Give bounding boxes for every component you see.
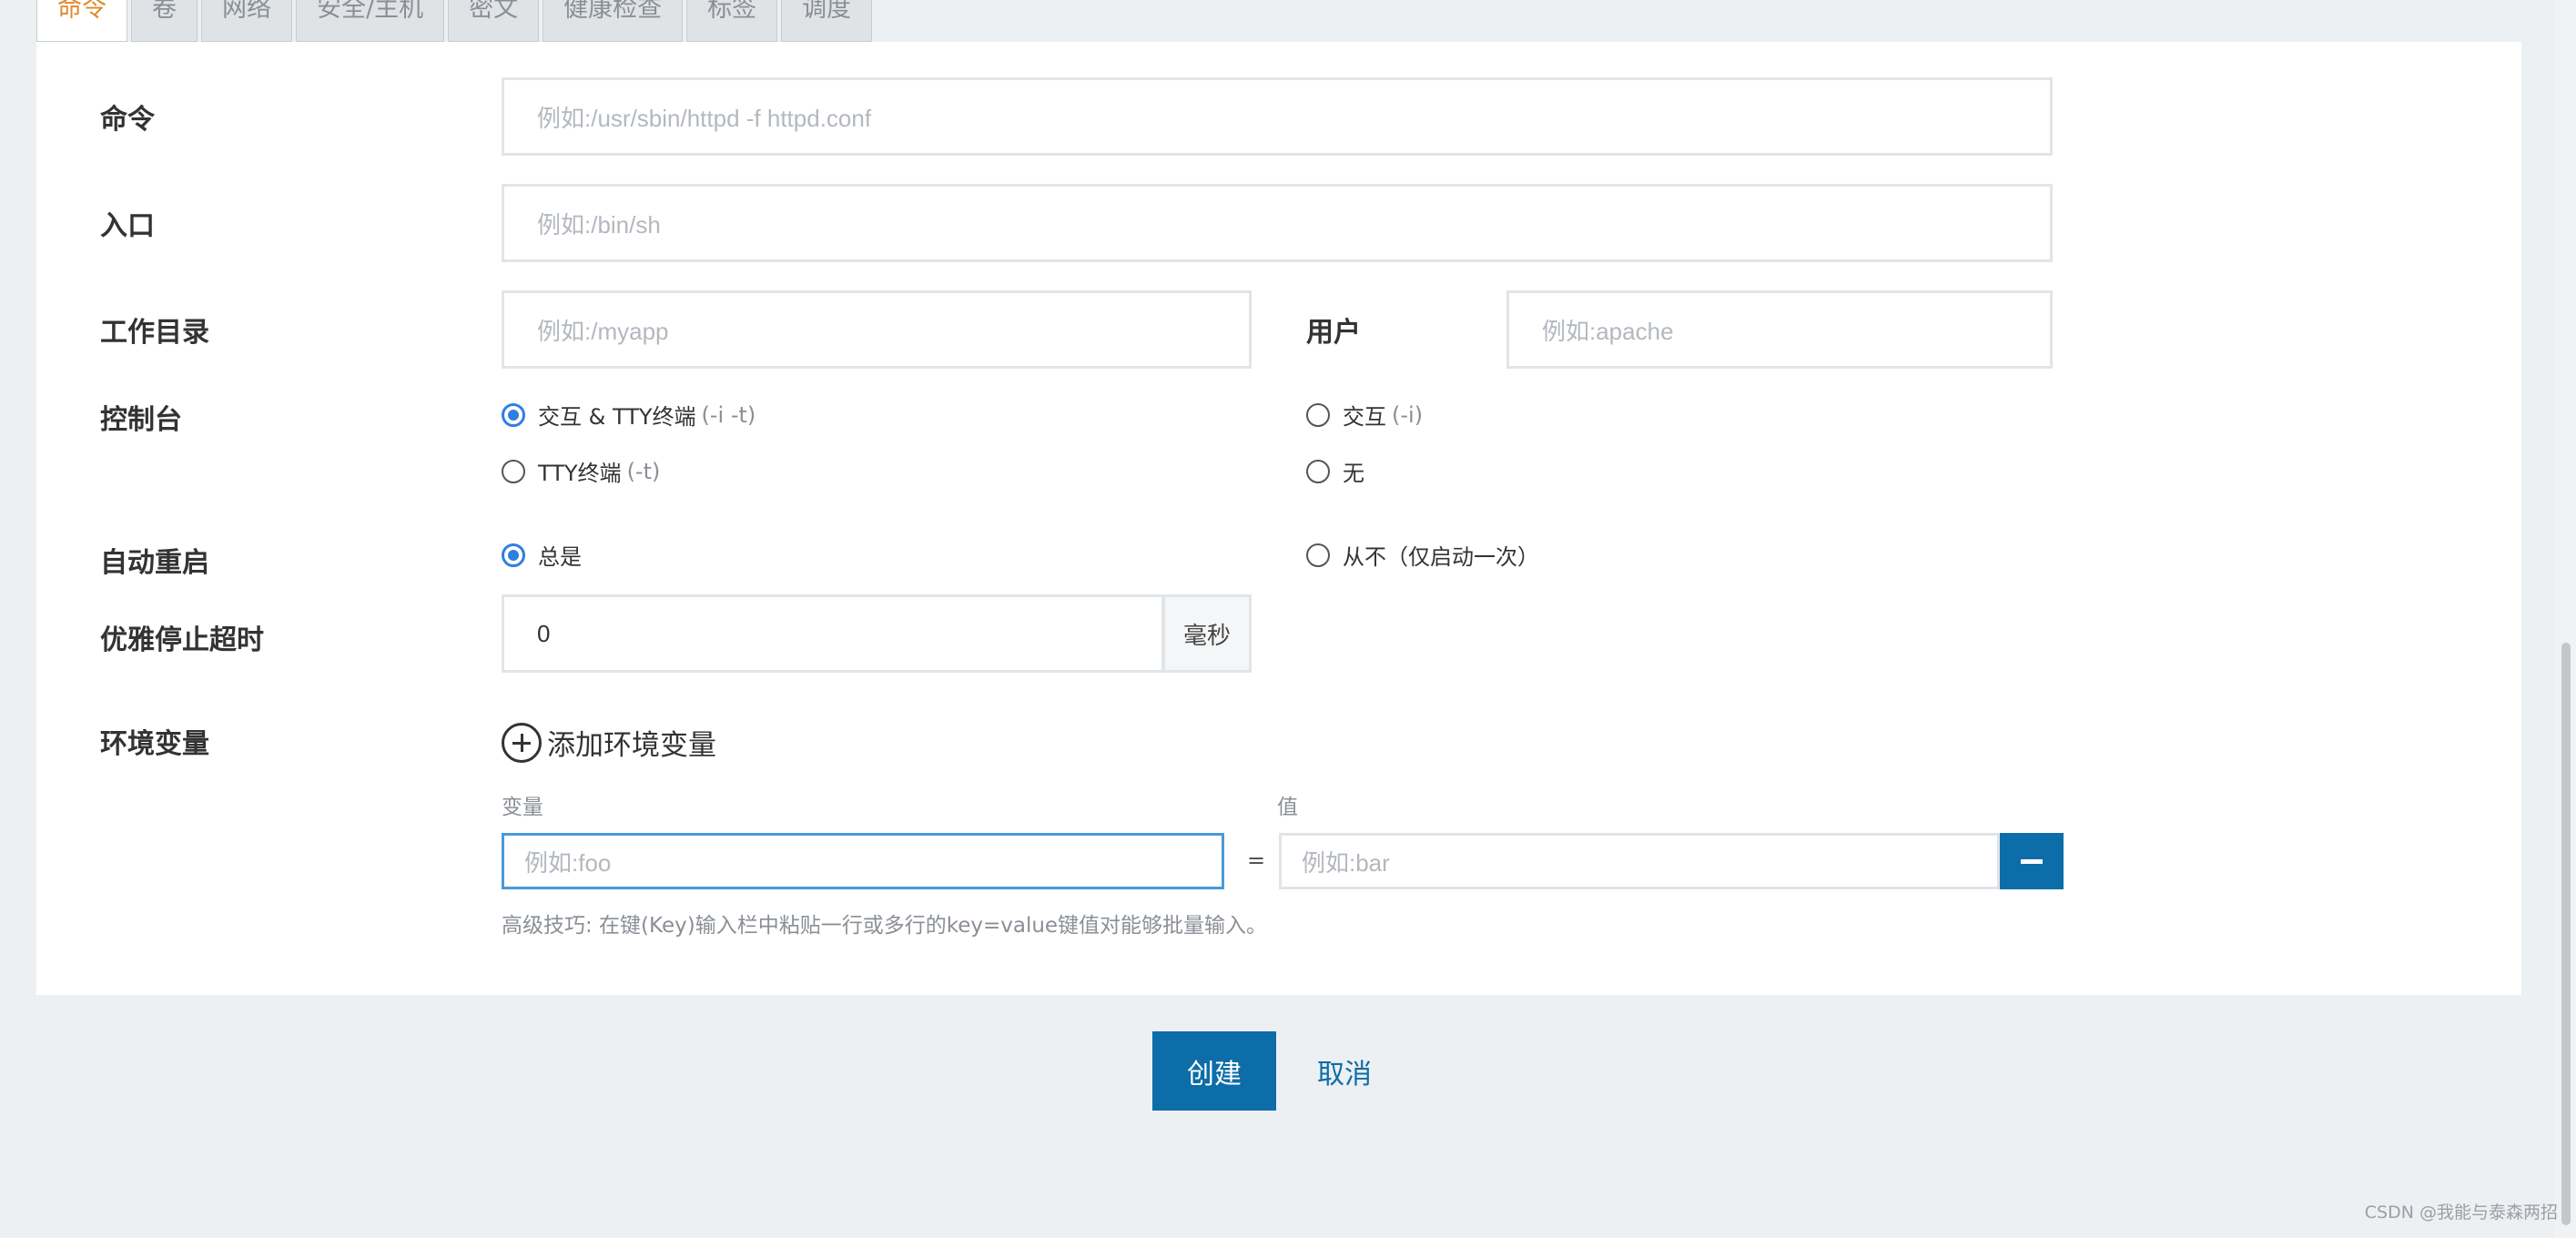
command-input[interactable]: 例如:/usr/sbin/httpd -f httpd.conf bbox=[502, 77, 2053, 156]
watermark: CSDN @我能与泰森两招 bbox=[2364, 1202, 2558, 1223]
graceful-stop-input[interactable]: 0 bbox=[502, 594, 1164, 673]
console-label: 控制台 bbox=[100, 404, 182, 436]
restart-label: 自动重启 bbox=[100, 547, 209, 579]
scrollbar-thumb[interactable] bbox=[2561, 643, 2571, 1225]
add-env-button[interactable]: 添加环境变量 bbox=[502, 722, 716, 763]
page-scrollbar[interactable] bbox=[2554, 0, 2576, 1238]
tab-network[interactable]: 网络 bbox=[201, 0, 292, 42]
workdir-placeholder: 例如:/myapp bbox=[537, 317, 669, 345]
env-value-header: 值 bbox=[1277, 796, 1298, 819]
radio-selected-icon bbox=[502, 543, 525, 567]
option-text: 交互 bbox=[1343, 404, 1386, 430]
user-label: 用户 bbox=[1306, 317, 1361, 349]
remove-env-button[interactable] bbox=[2000, 833, 2064, 889]
option-hint: (-i) bbox=[1392, 401, 1424, 428]
env-tip: 高级技巧: 在键(Key)输入栏中粘贴一行或多行的key=value键值对能够批… bbox=[502, 914, 1268, 938]
radio-icon bbox=[1306, 543, 1330, 567]
console-option-interactive[interactable]: 交互 (-i) bbox=[1306, 399, 1423, 431]
radio-icon bbox=[502, 459, 525, 483]
console-option-none[interactable]: 无 bbox=[1306, 455, 1364, 487]
option-hint: (-i -t) bbox=[701, 401, 756, 428]
command-placeholder: 例如:/usr/sbin/httpd -f httpd.conf bbox=[537, 104, 872, 132]
create-button[interactable]: 创建 bbox=[1152, 1031, 1276, 1111]
console-option-interactive-tty[interactable]: 交互 & TTY终端 (-i -t) bbox=[502, 399, 756, 431]
restart-option-never[interactable]: 从不（仅启动一次） bbox=[1306, 539, 1539, 571]
entrypoint-input[interactable]: 例如:/bin/sh bbox=[502, 184, 2053, 262]
tab-health-check[interactable]: 健康检查 bbox=[543, 0, 684, 42]
entrypoint-label: 入口 bbox=[100, 210, 155, 242]
env-key-header: 变量 bbox=[502, 796, 543, 819]
graceful-stop-value: 0 bbox=[537, 619, 551, 647]
user-input[interactable]: 例如:apache bbox=[1506, 290, 2053, 369]
tab-secrets[interactable]: 密文 bbox=[448, 0, 540, 42]
option-text: TTY终端 bbox=[538, 461, 622, 486]
equals-sign: = bbox=[1247, 847, 1266, 873]
workdir-input[interactable]: 例如:/myapp bbox=[502, 290, 1252, 369]
option-text: 无 bbox=[1343, 461, 1364, 486]
add-env-label: 添加环境变量 bbox=[547, 729, 716, 762]
cancel-link[interactable]: 取消 bbox=[1317, 1051, 1372, 1091]
env-key-placeholder: 例如:foo bbox=[524, 848, 612, 877]
env-value-input[interactable]: 例如:bar bbox=[1279, 833, 2000, 889]
tab-labels[interactable]: 标签 bbox=[686, 0, 778, 42]
restart-option-always[interactable]: 总是 bbox=[502, 539, 582, 571]
workdir-label: 工作目录 bbox=[100, 317, 209, 349]
graceful-stop-label: 优雅停止超时 bbox=[100, 624, 264, 656]
option-hint: (-t) bbox=[626, 458, 661, 484]
unit-addon: 毫秒 bbox=[1162, 594, 1252, 673]
radio-icon bbox=[1306, 402, 1330, 427]
tab-scheduling[interactable]: 调度 bbox=[781, 0, 873, 42]
tab-bar: 命令 卷 网络 安全/主机 密文 健康检查 标签 调度 bbox=[36, 0, 876, 42]
tab-command[interactable]: 命令 bbox=[36, 0, 127, 42]
env-label: 环境变量 bbox=[100, 728, 209, 760]
minus-icon bbox=[2021, 858, 2043, 864]
tab-security-host[interactable]: 安全/主机 bbox=[296, 0, 445, 42]
option-text: 总是 bbox=[538, 544, 582, 570]
env-value-placeholder: 例如:bar bbox=[1302, 848, 1390, 877]
command-label: 命令 bbox=[100, 104, 155, 136]
env-key-input[interactable]: 例如:foo bbox=[502, 833, 1224, 889]
option-text: 交互 & TTY终端 bbox=[538, 404, 696, 430]
radio-icon bbox=[1306, 459, 1330, 483]
plus-circle-icon bbox=[502, 722, 542, 763]
option-text: 从不（仅启动一次） bbox=[1343, 544, 1539, 570]
tab-volumes[interactable]: 卷 bbox=[131, 0, 198, 42]
user-placeholder: 例如:apache bbox=[1542, 317, 1674, 345]
radio-selected-icon bbox=[502, 402, 525, 427]
entrypoint-placeholder: 例如:/bin/sh bbox=[537, 210, 661, 238]
console-option-tty[interactable]: TTY终端 (-t) bbox=[502, 455, 660, 487]
